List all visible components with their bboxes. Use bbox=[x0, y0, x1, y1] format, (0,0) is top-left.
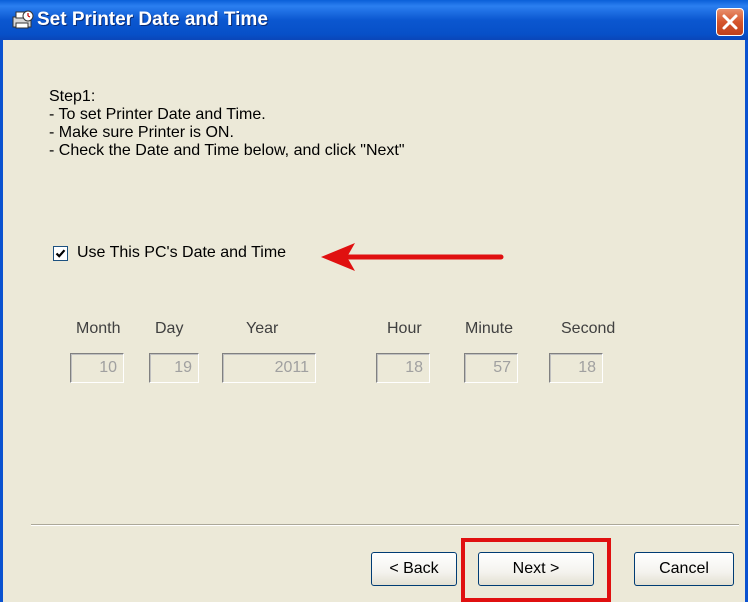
close-button[interactable] bbox=[716, 8, 744, 36]
month-field[interactable]: 10 bbox=[70, 353, 124, 383]
checkmark-icon bbox=[55, 248, 66, 258]
minute-field[interactable]: 57 bbox=[464, 353, 518, 383]
instruction-line: - Check the Date and Time below, and cli… bbox=[49, 142, 405, 159]
second-field[interactable]: 18 bbox=[549, 353, 603, 383]
instructions-text: Step1: - To set Printer Date and Time. -… bbox=[49, 88, 405, 160]
use-pc-time-option[interactable]: Use This PC's Date and Time bbox=[53, 242, 286, 264]
month-label: Month bbox=[76, 320, 121, 337]
dialog-window: Set Printer Date and Time Step1: - To se… bbox=[0, 0, 748, 602]
red-arrow-annotation-icon bbox=[321, 243, 504, 271]
day-label: Day bbox=[155, 320, 184, 337]
day-field[interactable]: 19 bbox=[149, 353, 199, 383]
back-button[interactable]: < Back bbox=[371, 552, 457, 586]
window-title: Set Printer Date and Time bbox=[37, 9, 268, 30]
second-label: Second bbox=[561, 320, 616, 337]
hour-label: Hour bbox=[387, 320, 422, 337]
instruction-line: - To set Printer Date and Time. bbox=[49, 106, 266, 123]
year-label: Year bbox=[246, 320, 279, 337]
printer-clock-icon bbox=[12, 10, 34, 30]
instruction-line: - Make sure Printer is ON. bbox=[49, 124, 234, 141]
use-pc-time-label: Use This PC's Date and Time bbox=[77, 244, 287, 261]
next-button[interactable]: Next > bbox=[478, 552, 594, 586]
close-icon bbox=[722, 14, 738, 30]
separator-line bbox=[31, 524, 739, 526]
instruction-line: Step1: bbox=[49, 88, 96, 105]
year-field[interactable]: 2011 bbox=[222, 353, 316, 383]
minute-label: Minute bbox=[465, 320, 514, 337]
use-pc-time-checkbox[interactable] bbox=[53, 245, 68, 261]
dialog-body: Step1: - To set Printer Date and Time. -… bbox=[0, 40, 748, 602]
hour-field[interactable]: 18 bbox=[376, 353, 430, 383]
title-bar[interactable]: Set Printer Date and Time bbox=[0, 0, 748, 40]
cancel-button[interactable]: Cancel bbox=[634, 552, 734, 586]
